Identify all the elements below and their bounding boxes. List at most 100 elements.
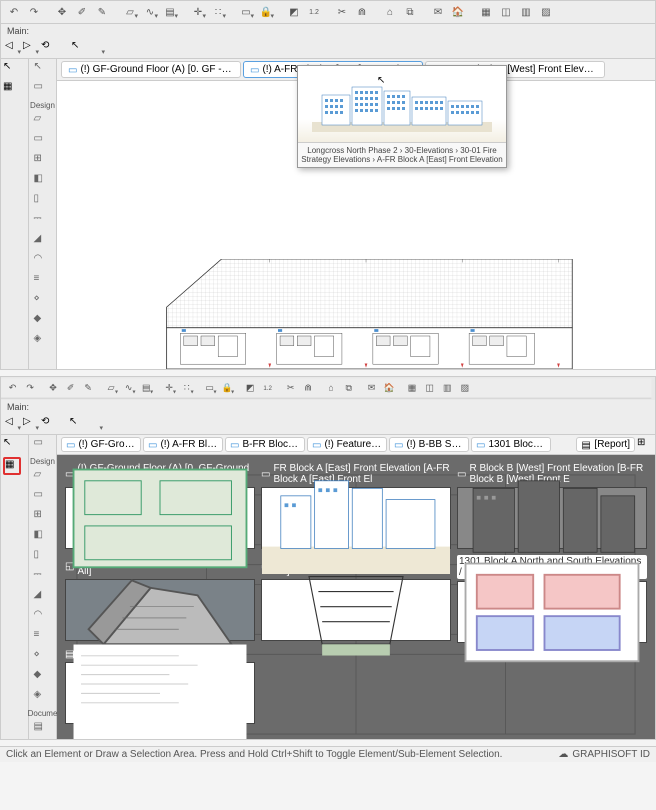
undo-icon[interactable]: ↶ (5, 380, 21, 396)
pan-icon[interactable]: ✥ (53, 3, 71, 21)
stab-6[interactable]: ▤[Report] (576, 437, 635, 452)
window-tool-icon[interactable]: ⊞ (34, 509, 52, 527)
arrow-tool-icon[interactable]: ↖ (34, 61, 52, 79)
home-icon[interactable]: ⌂ (381, 3, 399, 21)
cursor-mode-icon[interactable] (87, 416, 103, 432)
roof-tool-icon[interactable]: ◢ (34, 233, 52, 251)
dimension-style-b-icon[interactable]: ∿ (141, 3, 159, 21)
mesh-tool-icon[interactable]: ⋄ (34, 293, 52, 311)
duplicate-icon[interactable]: ⧉ (401, 3, 419, 21)
palette-c-icon[interactable]: ▥ (517, 3, 535, 21)
magnet-icon[interactable]: ⋒ (300, 380, 316, 396)
stair-tool-icon[interactable]: ≡ (34, 629, 52, 647)
door-tool-icon[interactable]: ◧ (34, 529, 52, 547)
shell-tool-icon[interactable]: ◠ (34, 253, 52, 271)
wall-tool-icon[interactable]: ▱ (34, 113, 52, 131)
stab-0[interactable]: ▭(!) GF-Ground... (61, 437, 141, 452)
snap-icon[interactable]: ✛ (161, 380, 177, 396)
home-icon[interactable]: ⌂ (323, 380, 339, 396)
dimension-style-a-icon[interactable]: ▱ (103, 380, 119, 396)
palette-d-icon[interactable]: ▨ (457, 380, 473, 396)
nav-back-icon[interactable]: ◁ (5, 416, 21, 432)
toggle-a-icon[interactable]: ◩ (285, 3, 303, 21)
snap-icon[interactable]: ✛ (189, 3, 207, 21)
duplicate-icon[interactable]: ⧉ (341, 380, 357, 396)
magnet-icon[interactable]: ⋒ (353, 3, 371, 21)
cloud-icon[interactable]: ☁ (558, 749, 568, 760)
morph-tool-icon[interactable]: ◆ (34, 669, 52, 687)
palette-a-icon[interactable]: ▦ (404, 380, 420, 396)
undo-icon[interactable]: ↶ (5, 3, 23, 21)
house-icon[interactable]: 🏠 (381, 380, 397, 396)
stab-4[interactable]: ▭(!) B-BB Sectio... (389, 437, 469, 452)
cursor-icon[interactable]: ↖ (69, 416, 85, 432)
ov-card-elev-b[interactable]: ▭R Block B [West] Front Elevation [B-FR … (457, 463, 647, 549)
nav-back-icon[interactable]: ◁ (5, 40, 21, 56)
wall-tool-icon[interactable]: ▱ (34, 469, 52, 487)
dimension-style-a-icon[interactable]: ▱ (121, 3, 139, 21)
nav-refresh-icon[interactable]: ⟲ (41, 416, 57, 432)
palette-d-icon[interactable]: ▨ (537, 3, 555, 21)
ov-card-report[interactable]: ▤[Report] (65, 649, 255, 731)
ov-card-section[interactable]: ▭(!) B-BB Section B-BB [B-BB Section B-B… (261, 555, 451, 643)
dimension-style-b-icon[interactable]: ∿ (121, 380, 137, 396)
overview-grid-icon[interactable]: ▦ (3, 457, 21, 475)
overview-canvas[interactable]: ▭(!) GF-Ground Floor (A) [0. GF-Ground F… (57, 455, 655, 739)
object-tool-icon[interactable]: ◈ (34, 689, 52, 707)
house-icon[interactable]: 🏠 (449, 3, 467, 21)
dimension-style-c-icon[interactable]: ▤ (138, 380, 154, 396)
stab-1[interactable]: ▭(!) A-FR Block... (143, 437, 223, 452)
pan-icon[interactable]: ✥ (45, 380, 61, 396)
selector-grid-icon[interactable]: ▦ (3, 81, 21, 99)
cut-icon[interactable]: ✂ (283, 380, 299, 396)
ruler-icon[interactable]: 1.2 (260, 380, 276, 396)
lock-icon[interactable]: 🔒 (257, 3, 275, 21)
arrow-tool-icon[interactable]: ↖ (3, 437, 21, 455)
redo-icon[interactable]: ↷ (25, 3, 43, 21)
stab-3[interactable]: ▭(!) Feature Roo... (307, 437, 387, 452)
marquee-tool-icon[interactable]: ▭ (34, 437, 52, 455)
redo-icon[interactable]: ↷ (22, 380, 38, 396)
roof-tool-icon[interactable]: ◢ (34, 589, 52, 607)
beam-tool-icon[interactable]: ⎓ (34, 569, 52, 587)
chat-icon[interactable]: ✉ (429, 3, 447, 21)
stab-2[interactable]: ▭B-FR BlockB [... (225, 437, 305, 452)
dimension-style-c-icon[interactable]: ▤ (161, 3, 179, 21)
slab-tool-icon[interactable]: ▭ (34, 489, 52, 507)
ov-card-layout[interactable]: 1301 Block A North and South Elevations … (457, 555, 647, 643)
palette-b-icon[interactable]: ◫ (422, 380, 438, 396)
doc-tool-icon[interactable]: ▤ (34, 721, 52, 739)
door-tool-icon[interactable]: ◧ (34, 173, 52, 191)
arrow-tool-icon[interactable]: ↖ (3, 61, 21, 79)
shell-tool-icon[interactable]: ◠ (34, 609, 52, 627)
object-tool-icon[interactable]: ◈ (34, 333, 52, 351)
column-tool-icon[interactable]: ▯ (34, 193, 52, 211)
morph-tool-icon[interactable]: ◆ (34, 313, 52, 331)
beam-tool-icon[interactable]: ⎓ (34, 213, 52, 231)
shape-rect-icon[interactable]: ▭ (237, 3, 255, 21)
nav-refresh-icon[interactable]: ⟲ (41, 40, 57, 56)
palette-c-icon[interactable]: ▥ (439, 380, 455, 396)
chat-icon[interactable]: ✉ (364, 380, 380, 396)
lock-icon[interactable]: 🔒 (219, 380, 235, 396)
stab-5[interactable]: ▭1301 Block A... (471, 437, 551, 452)
brand-label[interactable]: GRAPHISOFT ID (572, 749, 650, 760)
stair-tool-icon[interactable]: ≡ (34, 273, 52, 291)
nav-fwd-icon[interactable]: ▷ (23, 416, 39, 432)
cursor-mode-icon[interactable] (89, 40, 105, 56)
column-tool-icon[interactable]: ▯ (34, 549, 52, 567)
tab-ground-floor[interactable]: ▭ (!) GF-Ground Floor (A) [0. GF -Ground… (61, 61, 241, 78)
inject-icon[interactable]: ✎ (93, 3, 111, 21)
drawing-canvas[interactable]: ▭ (!) GF-Ground Floor (A) [0. GF -Ground… (57, 59, 655, 369)
grid-icon[interactable]: ∷ (179, 380, 195, 396)
toggle-a-icon[interactable]: ◩ (242, 380, 258, 396)
eyedropper-icon[interactable]: ✐ (63, 380, 79, 396)
ov-card-ground-floor[interactable]: ▭(!) GF-Ground Floor (A) [0. GF-Ground F… (65, 463, 255, 549)
window-tool-icon[interactable]: ⊞ (34, 153, 52, 171)
ov-card-3d[interactable]: ◱(!) Feature Roof Design Change [3D / Al… (65, 555, 255, 643)
slab-tool-icon[interactable]: ▭ (34, 133, 52, 151)
cut-icon[interactable]: ✂ (333, 3, 351, 21)
marquee-tool-icon[interactable]: ▭ (34, 81, 52, 99)
palette-a-icon[interactable]: ▦ (477, 3, 495, 21)
inject-icon[interactable]: ✎ (80, 380, 96, 396)
